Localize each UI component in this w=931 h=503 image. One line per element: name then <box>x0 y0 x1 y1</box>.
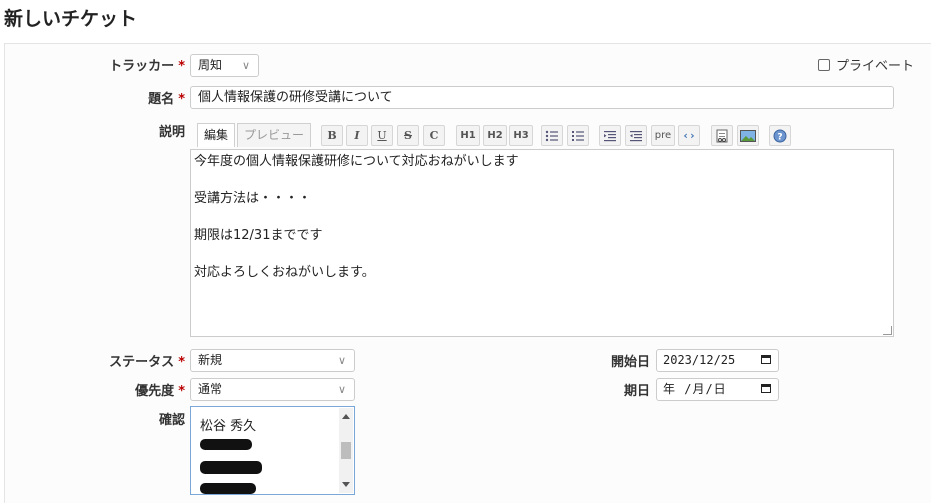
inline-code-button[interactable]: C <box>423 125 445 146</box>
watcher-option[interactable]: 松谷 秀久 <box>200 415 256 434</box>
scroll-thumb[interactable] <box>341 442 351 459</box>
tracker-label: トラッカー * <box>109 55 185 74</box>
quote-button[interactable] <box>599 125 621 146</box>
image-icon <box>740 130 756 142</box>
chevron-down-icon: ∨ <box>337 354 346 367</box>
redacted-name <box>200 439 252 450</box>
heading2-button[interactable]: H2 <box>483 125 507 146</box>
private-checkbox[interactable] <box>818 59 830 71</box>
svg-text:?: ? <box>777 133 782 143</box>
page-title: 新しいチケット <box>4 8 138 30</box>
wiki-link-icon <box>716 129 728 143</box>
scroll-up-icon[interactable] <box>342 414 350 419</box>
due-date-label: 期日 <box>623 384 650 399</box>
chevron-down-icon: ∨ <box>241 59 250 72</box>
tab-edit[interactable]: 編集 <box>197 123 236 147</box>
wiki-link-button[interactable] <box>711 125 733 146</box>
heading1-button[interactable]: H1 <box>456 125 480 146</box>
numbered-list-button[interactable] <box>567 125 589 146</box>
required-mark: * <box>178 92 185 107</box>
status-select-value: 新規 <box>198 353 223 367</box>
subject-input[interactable]: 個人情報保護の研修受講について <box>190 86 894 109</box>
help-icon: ? <box>773 129 787 143</box>
watchers-listbox[interactable]: 松谷 秀久 <box>190 406 355 495</box>
start-date-input[interactable]: 2023/12/25 <box>656 349 779 372</box>
preformatted-button[interactable]: pre <box>651 125 675 146</box>
description-label: 説明 <box>158 125 185 140</box>
help-button[interactable]: ? <box>769 125 791 146</box>
underline-button[interactable]: U <box>371 125 393 146</box>
due-date-value: 年 /月/日 <box>663 382 727 396</box>
bullet-list-icon <box>545 130 558 142</box>
tracker-select-value: 周知 <box>198 58 223 72</box>
unquote-icon <box>630 131 642 142</box>
calendar-icon[interactable] <box>761 384 771 393</box>
description-line: 受講方法は・・・・ <box>194 191 312 206</box>
priority-label-text: 優先度 <box>135 384 175 399</box>
subject-input-value: 個人情報保護の研修受講について <box>198 90 393 105</box>
italic-button[interactable]: I <box>346 125 368 146</box>
priority-select-value: 通常 <box>198 382 223 396</box>
subject-label-text: 題名 <box>148 92 175 107</box>
redacted-name <box>200 483 256 494</box>
due-date-input[interactable]: 年 /月/日 <box>656 378 779 401</box>
required-mark: * <box>178 355 185 370</box>
required-mark: * <box>178 59 185 74</box>
description-line <box>194 246 890 265</box>
strikethrough-button[interactable]: S <box>397 125 419 146</box>
code-highlight-button[interactable]: ‹› <box>678 125 700 146</box>
description-line <box>194 209 890 228</box>
status-label-text: ステータス <box>109 355 175 370</box>
description-line: 対応よろしくおねがいします。 <box>194 265 375 280</box>
bullet-list-button[interactable] <box>541 125 563 146</box>
numbered-list-icon <box>572 131 584 141</box>
listbox-scrollbar[interactable] <box>339 408 353 493</box>
priority-select[interactable]: 通常 ∨ <box>190 378 355 401</box>
status-label: ステータス * <box>109 351 185 370</box>
private-label: プライベート <box>836 59 915 74</box>
chevron-down-icon: ∨ <box>337 383 346 396</box>
redacted-name <box>200 461 262 474</box>
tracker-select[interactable]: 周知 ∨ <box>190 54 259 77</box>
tab-preview[interactable]: プレビュー <box>237 123 312 147</box>
watchers-label: 確認 <box>158 413 185 428</box>
start-date-label: 開始日 <box>610 355 650 370</box>
private-checkbox-row[interactable]: プライベート <box>818 55 914 74</box>
priority-label: 優先度 * <box>135 380 185 399</box>
tracker-label-text: トラッカー <box>109 59 175 74</box>
heading3-button[interactable]: H3 <box>509 125 533 146</box>
description-line <box>194 172 890 191</box>
subject-label: 題名 * <box>148 88 185 107</box>
bold-button[interactable]: B <box>321 125 343 146</box>
image-button[interactable] <box>737 125 759 146</box>
description-line: 期限は12/31までです <box>194 228 323 243</box>
description-textarea[interactable]: 今年度の個人情報保護研修について対応おねがいします 受講方法は・・・・ 期限は1… <box>190 149 894 337</box>
code-brackets-icon: ‹› <box>682 129 696 142</box>
required-mark: * <box>178 384 185 399</box>
unquote-button[interactable] <box>625 125 647 146</box>
start-date-value: 2023/12/25 <box>663 353 736 367</box>
calendar-icon[interactable] <box>761 355 771 364</box>
quote-icon <box>604 131 616 142</box>
status-select[interactable]: 新規 ∨ <box>190 349 355 372</box>
description-line: 今年度の個人情報保護研修について対応おねがいします <box>194 154 519 169</box>
scroll-down-icon[interactable] <box>342 482 350 487</box>
resize-handle[interactable] <box>883 326 892 335</box>
